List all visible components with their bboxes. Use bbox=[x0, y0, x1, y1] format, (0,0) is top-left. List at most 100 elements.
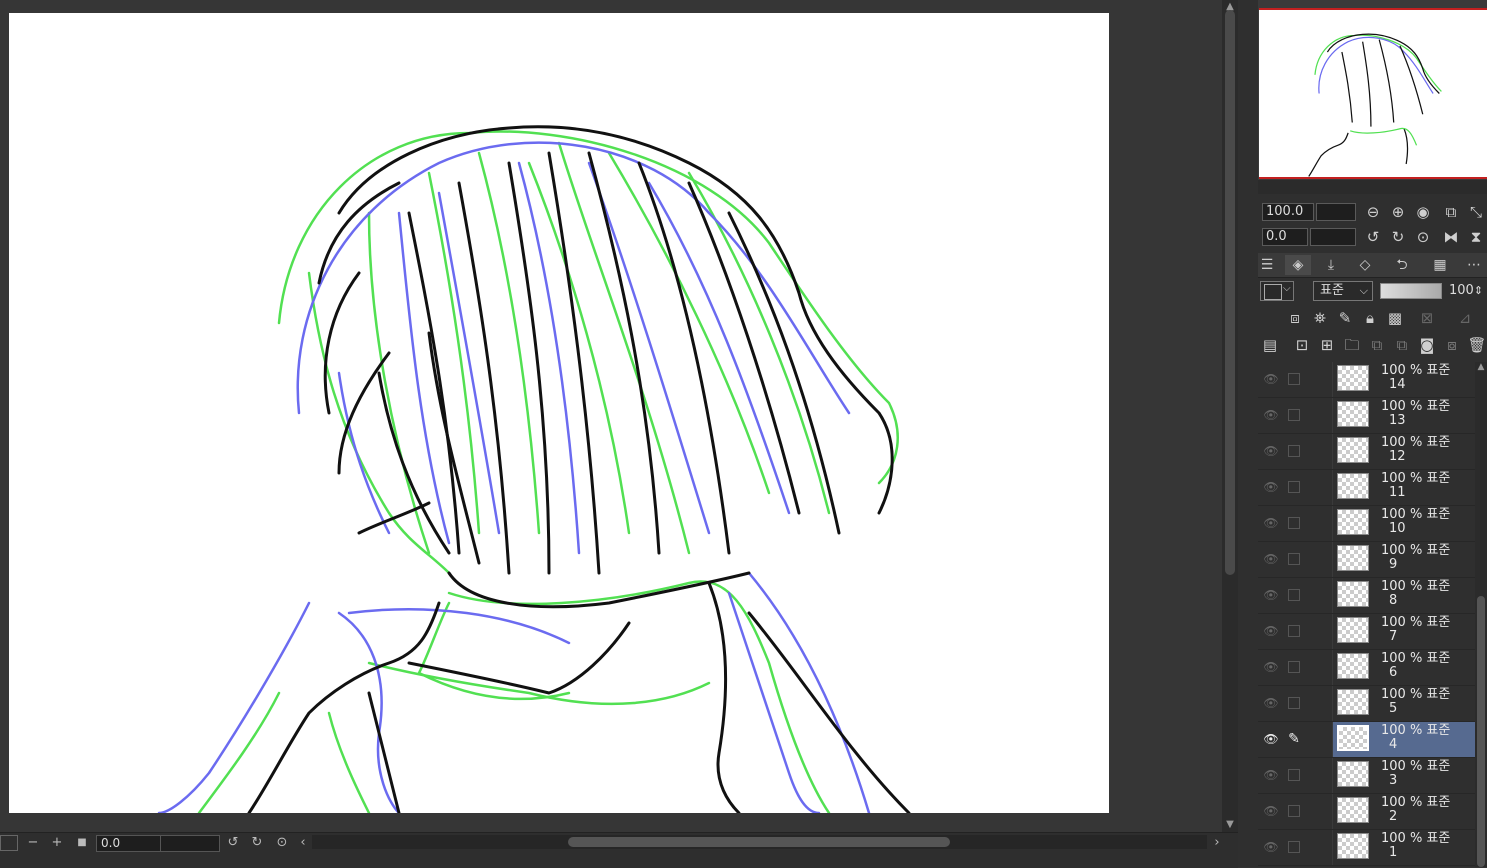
eye-icon[interactable]: 👁︎ bbox=[1262, 406, 1280, 424]
spinner-icon[interactable]: ⇕ bbox=[1474, 284, 1483, 297]
fit-window-icon[interactable]: ⤡ bbox=[1466, 202, 1486, 222]
mask-enable-icon[interactable]: ⊠ bbox=[1417, 308, 1437, 328]
eye-icon[interactable]: 👁︎ bbox=[1262, 370, 1280, 388]
reset-button[interactable]: ■ bbox=[73, 834, 91, 852]
eye-icon[interactable]: 👁︎ bbox=[1262, 838, 1280, 856]
horizontal-scroll-thumb[interactable] bbox=[568, 837, 950, 847]
actual-size-icon[interactable]: ◉ bbox=[1413, 202, 1433, 222]
tab-layer-property[interactable]: ⤓ bbox=[1318, 255, 1344, 275]
reset-rotation-icon[interactable]: ⊙ bbox=[1413, 227, 1433, 247]
zoom-field[interactable]: 100.0 bbox=[1262, 203, 1314, 221]
layer-lock-checkbox[interactable] bbox=[1288, 625, 1300, 637]
layer-row[interactable]: 👁︎ 100 % 표준 12 bbox=[1258, 434, 1475, 470]
scroll-right-button[interactable]: › bbox=[1208, 834, 1226, 852]
opacity-slider[interactable] bbox=[1380, 283, 1442, 299]
eye-icon[interactable]: 👁︎ bbox=[1262, 586, 1280, 604]
flip-horizontal-icon[interactable]: ⧓ bbox=[1441, 227, 1461, 247]
rotate-right-icon[interactable]: ↻ bbox=[248, 834, 266, 852]
new-folder-icon[interactable]: 🗀︎ bbox=[1342, 335, 1362, 355]
delete-layer-icon[interactable]: 🗑︎ bbox=[1467, 335, 1487, 355]
layer-list[interactable]: 👁︎ 100 % 표준 14 👁︎ 100 % 표준 13 👁︎ 100 % 표준 12 👁︎ 10… bbox=[1258, 362, 1475, 867]
zoom-out-button[interactable]: − bbox=[24, 834, 42, 852]
layer-mask-icon[interactable]: ◙ bbox=[1417, 335, 1437, 355]
clip-layer-icon[interactable]: ⧈ bbox=[1285, 308, 1305, 328]
layer-lock-checkbox[interactable] bbox=[1288, 517, 1300, 529]
transfer-below-icon[interactable]: ⧉ bbox=[1367, 335, 1387, 355]
layer-lock-checkbox[interactable] bbox=[1288, 697, 1300, 709]
draft-layer-icon[interactable]: ✎ bbox=[1335, 308, 1355, 328]
layer-row[interactable]: 👁︎ 100 % 표준 2 bbox=[1258, 794, 1475, 830]
layer-lock-checkbox[interactable] bbox=[1288, 553, 1300, 565]
new-vector-layer-icon[interactable]: ⊞ bbox=[1317, 335, 1337, 355]
canvas-horizontal-scrollbar[interactable] bbox=[312, 835, 1207, 849]
tab-animation[interactable]: ▦ bbox=[1427, 255, 1453, 275]
layer-row[interactable]: 👁︎ 100 % 표준 5 bbox=[1258, 686, 1475, 722]
layer-lock-checkbox[interactable] bbox=[1288, 769, 1300, 781]
flip-vertical-icon[interactable]: ⧗ bbox=[1466, 227, 1486, 247]
layer-scroll-thumb[interactable] bbox=[1477, 596, 1485, 867]
eye-icon[interactable]: 👁︎ bbox=[1262, 514, 1280, 532]
blend-mode-select[interactable]: 표준 ⌵ bbox=[1313, 281, 1373, 301]
rotation-field[interactable]: 0.0 bbox=[1262, 228, 1308, 246]
fit-frame-button[interactable] bbox=[0, 835, 18, 851]
layer-lock-checkbox[interactable] bbox=[1288, 661, 1300, 673]
fit-screen-icon[interactable]: ⧉ bbox=[1441, 202, 1461, 222]
layer-row[interactable]: 👁︎ 100 % 표준 7 bbox=[1258, 614, 1475, 650]
layer-row[interactable]: 👁︎ 100 % 표준 13 bbox=[1258, 398, 1475, 434]
layer-row[interactable]: 👁︎ 100 % 표준 10 bbox=[1258, 506, 1475, 542]
drawing-canvas[interactable] bbox=[9, 13, 1109, 813]
layer-list-scrollbar[interactable]: ▲ bbox=[1475, 362, 1487, 867]
reset-rotation-icon[interactable]: ⊙ bbox=[273, 834, 291, 852]
layer-row[interactable]: 👁︎ 100 % 표준 9 bbox=[1258, 542, 1475, 578]
layer-lock-checkbox[interactable] bbox=[1288, 409, 1300, 421]
layer-lock-checkbox[interactable] bbox=[1288, 589, 1300, 601]
apply-mask-icon[interactable]: ⧇ bbox=[1442, 335, 1462, 355]
tab-more[interactable]: ⋯ bbox=[1461, 255, 1487, 275]
pen-icon[interactable]: ✎ bbox=[1284, 729, 1304, 749]
layer-row[interactable]: 👁︎ 100 % 표준 1 bbox=[1258, 830, 1475, 866]
merge-below-icon[interactable]: ⧉ bbox=[1392, 335, 1412, 355]
rotate-right-icon[interactable]: ↻ bbox=[1388, 227, 1408, 247]
rotate-left-icon[interactable]: ↺ bbox=[224, 834, 242, 852]
lock-transparency-icon[interactable]: ▩ bbox=[1385, 308, 1405, 328]
layer-lock-checkbox[interactable] bbox=[1288, 805, 1300, 817]
layer-list-settings-icon[interactable]: ▤ bbox=[1260, 335, 1280, 355]
layer-row[interactable]: 👁︎ 100 % 표준 3 bbox=[1258, 758, 1475, 794]
eye-icon[interactable]: 👁︎ bbox=[1262, 694, 1280, 712]
layer-row[interactable]: 👁︎ 100 % 표준 14 bbox=[1258, 362, 1475, 398]
zoom-out-icon[interactable]: ⊖ bbox=[1363, 202, 1383, 222]
eye-icon[interactable]: 👁︎ bbox=[1262, 766, 1280, 784]
eye-icon[interactable]: 👁︎ bbox=[1262, 802, 1280, 820]
eye-icon[interactable]: 👁︎ bbox=[1262, 442, 1280, 460]
rotate-left-icon[interactable]: ↺ bbox=[1363, 227, 1383, 247]
eye-icon[interactable]: 👁︎ bbox=[1262, 622, 1280, 640]
tab-history[interactable]: ⮌ bbox=[1389, 255, 1415, 275]
layer-color-select[interactable]: ⌵ bbox=[1260, 281, 1294, 301]
eye-icon[interactable]: 👁︎ bbox=[1262, 658, 1280, 676]
layer-lock-checkbox[interactable] bbox=[1288, 373, 1300, 385]
eye-icon[interactable]: 👁︎ bbox=[1262, 478, 1280, 496]
lock-layer-icon[interactable]: 🔒︎ bbox=[1360, 308, 1380, 328]
zoom-in-button[interactable]: + bbox=[48, 834, 66, 852]
zoom-slider[interactable] bbox=[1316, 203, 1356, 221]
tab-layer-search[interactable]: ◇ bbox=[1352, 255, 1378, 275]
layer-lock-checkbox[interactable] bbox=[1288, 481, 1300, 493]
ruler-show-icon[interactable]: ⊿ bbox=[1455, 308, 1475, 328]
navigator-preview[interactable] bbox=[1259, 8, 1487, 179]
scroll-left-button[interactable]: ‹ bbox=[294, 834, 312, 852]
canvas-vertical-scrollbar[interactable]: ▲ ▼ bbox=[1222, 0, 1238, 832]
layer-lock-checkbox[interactable] bbox=[1288, 841, 1300, 853]
scroll-up-icon[interactable]: ▲ bbox=[1475, 362, 1487, 374]
layer-row[interactable]: 👁︎ ✎ 100 % 표준 4 bbox=[1258, 722, 1475, 758]
panel-menu-icon[interactable]: ☰ bbox=[1258, 255, 1276, 275]
opacity-value[interactable]: 100⇕ bbox=[1449, 283, 1487, 299]
scroll-down-icon[interactable]: ▼ bbox=[1222, 818, 1238, 832]
vertical-scroll-thumb[interactable] bbox=[1225, 10, 1235, 575]
reference-layer-icon[interactable]: ⛯ bbox=[1310, 308, 1330, 328]
rotation-angle-field[interactable]: 0.0 bbox=[96, 835, 162, 852]
layer-row[interactable]: 👁︎ 100 % 표준 6 bbox=[1258, 650, 1475, 686]
layer-lock-checkbox[interactable] bbox=[1288, 445, 1300, 457]
tab-layer[interactable]: ◈ bbox=[1285, 255, 1311, 275]
layer-row[interactable]: 👁︎ 100 % 표준 8 bbox=[1258, 578, 1475, 614]
eye-icon[interactable]: 👁︎ bbox=[1262, 730, 1280, 748]
